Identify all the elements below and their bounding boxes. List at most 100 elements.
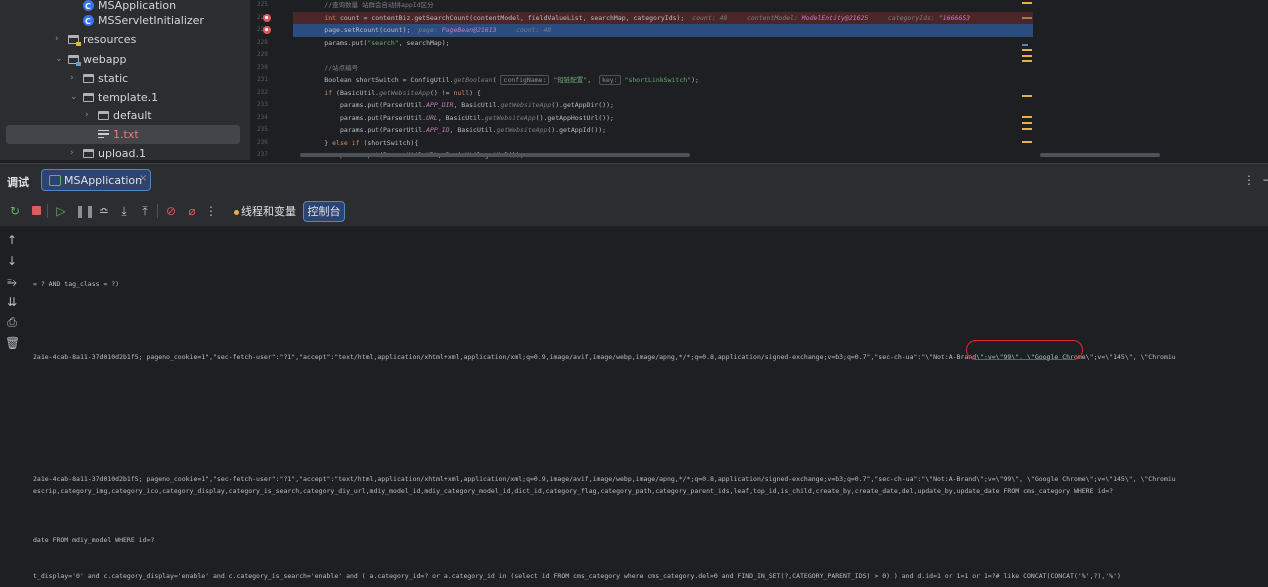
code-token: APP_ID bbox=[426, 126, 450, 134]
code-token: if bbox=[293, 88, 337, 97]
chevron-down-icon[interactable]: ⌄ bbox=[70, 88, 78, 107]
error-stripe-mark[interactable] bbox=[1022, 17, 1032, 19]
code-line[interactable]: //站点编号 bbox=[293, 62, 1033, 75]
code-token: contentModel: bbox=[727, 13, 802, 22]
code-token: APP_DIR bbox=[426, 101, 454, 109]
more-icon[interactable]: ⋮ bbox=[203, 203, 219, 219]
error-stripe-mark[interactable] bbox=[1022, 44, 1028, 46]
code-line[interactable]: if (BasicUtil.getWebsiteApp() != null) { bbox=[293, 87, 1033, 100]
tree-item-label: webapp bbox=[83, 53, 127, 66]
chevron-right-icon[interactable]: › bbox=[55, 30, 59, 49]
code-token: params.put( bbox=[293, 38, 368, 47]
code-token: } bbox=[293, 138, 333, 147]
chevron-down-icon[interactable]: ⌄ bbox=[55, 50, 63, 69]
error-stripe-mark[interactable] bbox=[1022, 2, 1032, 4]
view-breakpoints-icon[interactable]: ⊘ bbox=[163, 203, 179, 219]
resume-icon[interactable]: ▷ bbox=[53, 203, 69, 219]
code-line[interactable]: params.put(ParserUtil.APP_DIR, BasicUtil… bbox=[293, 99, 1033, 112]
step-over-icon[interactable]: ≏ bbox=[96, 203, 112, 219]
code-editor[interactable]: //查询数量 站群会自动拼appId区分 int count = content… bbox=[293, 0, 1033, 160]
tree-item-1-txt[interactable]: 1.txt bbox=[0, 125, 250, 144]
code-token: , BasicUtil. bbox=[437, 113, 485, 122]
console-line: = ? AND tag_class = ?) bbox=[33, 280, 120, 288]
scroll-down-icon[interactable]: ↓ bbox=[5, 254, 19, 268]
console-line: 2a1e-4cab-8a11-37d010d2b1f5; pageno_cook… bbox=[33, 474, 1176, 483]
error-stripe-mark[interactable] bbox=[1022, 49, 1032, 51]
toolbar-separator bbox=[157, 204, 158, 218]
code-token: getWebsiteApp bbox=[500, 101, 552, 109]
code-token: Boolean shortSwitch = ConfigUtil. bbox=[293, 76, 454, 84]
error-stripe-mark[interactable] bbox=[1022, 116, 1032, 118]
editor-horizontal-scrollbar[interactable] bbox=[300, 153, 690, 157]
text-file-icon bbox=[98, 130, 109, 139]
minimize-icon[interactable]: − bbox=[1262, 173, 1268, 187]
error-stripe-mark[interactable] bbox=[1022, 60, 1032, 62]
tree-item-upload-1[interactable]: › upload.1 bbox=[0, 144, 250, 160]
code-token: ); bbox=[691, 76, 699, 84]
tab-threads-and-variables[interactable]: 线程和变量 bbox=[234, 202, 296, 221]
error-stripe-mark[interactable] bbox=[1022, 141, 1032, 143]
code-line[interactable]: int count = contentBiz.getSearchCount(co… bbox=[293, 11, 1033, 24]
code-line[interactable] bbox=[293, 49, 1033, 62]
chevron-right-icon[interactable]: › bbox=[85, 106, 89, 125]
toolbar-separator bbox=[47, 204, 48, 218]
tree-item-resources[interactable]: › resources bbox=[0, 30, 250, 49]
console-line: t_display='0' and c.category_display='en… bbox=[33, 572, 1121, 581]
print-icon[interactable]: ⎙ bbox=[5, 315, 19, 329]
code-token: , BasicUtil. bbox=[453, 101, 501, 109]
tree-item-label: resources bbox=[83, 33, 137, 46]
code-token: , bbox=[587, 76, 599, 84]
folder-icon bbox=[83, 93, 94, 102]
code-line[interactable]: Boolean shortSwitch = ConfigUtil.getBool… bbox=[293, 74, 1033, 87]
run-configuration-tab[interactable]: MSApplication × bbox=[41, 169, 151, 191]
code-line[interactable]: params.put(ParserUtil.APP_ID, BasicUtil.… bbox=[293, 124, 1033, 137]
error-stripe-mark[interactable] bbox=[1022, 122, 1032, 124]
scroll-up-icon[interactable]: ↑ bbox=[5, 233, 19, 247]
folder-icon bbox=[83, 74, 94, 83]
more-options-icon[interactable]: ⋮ bbox=[1243, 173, 1255, 187]
code-token: page.setRcount(count); bbox=[293, 26, 411, 34]
line-number: 232 bbox=[257, 88, 268, 96]
tree-item-label: static bbox=[98, 72, 129, 85]
error-stripe-mark[interactable] bbox=[1022, 55, 1032, 57]
code-token: params.put(ParserUtil. bbox=[293, 126, 427, 134]
close-icon[interactable]: × bbox=[139, 173, 147, 184]
right-panel-scrollbar[interactable] bbox=[1040, 153, 1160, 157]
code-line[interactable]: } else if (shortSwitch){ bbox=[293, 137, 1033, 150]
error-stripe-mark[interactable] bbox=[1022, 128, 1032, 130]
rerun-icon[interactable]: ↻ bbox=[7, 203, 23, 219]
mute-breakpoints-icon[interactable]: ⌀ bbox=[184, 203, 200, 219]
tree-item-webapp[interactable]: ⌄ webapp bbox=[0, 50, 250, 69]
scroll-to-end-icon[interactable]: ⇊ bbox=[5, 295, 19, 309]
console-line: date FROM mdiy_model WHERE id=? bbox=[33, 535, 155, 544]
soft-wrap-icon[interactable]: ⥱ bbox=[5, 275, 19, 289]
tree-item-template-1[interactable]: ⌄ template.1 bbox=[0, 88, 250, 107]
threads-icon bbox=[234, 209, 239, 215]
breakpoint-icon[interactable] bbox=[263, 13, 271, 22]
console-output[interactable]: = ? AND tag_class = ?) 2a1e-4cab-8a11-37d… bbox=[26, 226, 1268, 587]
code-token: "1666653 bbox=[938, 13, 971, 22]
code-line[interactable]: page.setRcount(count); page: PageBean@21… bbox=[293, 24, 1033, 37]
chevron-right-icon[interactable]: › bbox=[70, 69, 74, 88]
code-line[interactable]: params.put("search", searchMap); bbox=[293, 37, 1033, 50]
tree-item-msservletinitializer[interactable]: MSServletInitializer bbox=[0, 11, 250, 31]
tree-item-label: upload.1 bbox=[98, 147, 146, 160]
step-out-icon[interactable]: ⤒ bbox=[137, 203, 153, 219]
code-line[interactable]: params.put(ParserUtil.URL, BasicUtil.get… bbox=[293, 112, 1033, 125]
tree-item-static[interactable]: › static bbox=[0, 69, 250, 88]
debug-tool-window-header: 调试 MSApplication × ⋮ − bbox=[0, 163, 1268, 196]
tree-item-default[interactable]: › default bbox=[0, 106, 250, 125]
run-tab-label: MSApplication bbox=[64, 174, 143, 187]
code-line[interactable]: //查询数量 站群会自动拼appId区分 bbox=[293, 0, 1033, 12]
tree-item-label: MSServletInitializer bbox=[98, 14, 204, 27]
stop-icon[interactable] bbox=[28, 203, 44, 219]
tab-console[interactable]: 控制台 bbox=[303, 201, 345, 222]
code-token: ().getAppHostUrl()); bbox=[535, 113, 614, 122]
clear-all-icon[interactable]: 🗑 bbox=[5, 336, 20, 350]
error-stripe-mark[interactable] bbox=[1022, 95, 1032, 97]
breakpoint-icon[interactable] bbox=[263, 26, 271, 34]
chevron-right-icon[interactable]: › bbox=[70, 144, 74, 160]
pause-icon[interactable]: ❚❚ bbox=[75, 203, 95, 219]
code-token: count = contentBiz.getSearchCount(conten… bbox=[339, 13, 685, 22]
step-into-icon[interactable]: ⤓ bbox=[116, 203, 132, 219]
